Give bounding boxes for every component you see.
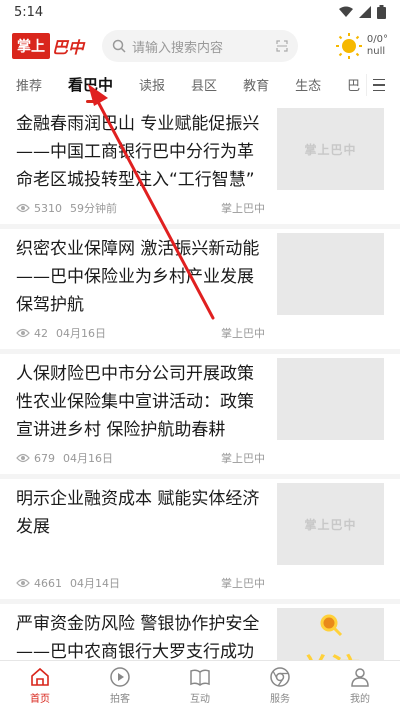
- thumbnail-placeholder-text: 掌上巴中: [304, 517, 357, 532]
- app-logo: 掌上 巴中: [12, 33, 84, 59]
- channel-tabs: 推荐 看巴中 读报 县区 教育 生态 巴: [0, 68, 400, 100]
- channel-menu-icon[interactable]: [366, 74, 392, 96]
- news-date: 59分钟前: [70, 202, 117, 215]
- view-count: 5310: [34, 201, 62, 215]
- video-icon: [110, 667, 130, 687]
- thumbnail-placeholder-text: 掌上巴中: [304, 142, 357, 157]
- top-header: 掌上 巴中 请输入搜索内容 0/0° null: [0, 26, 400, 66]
- news-title: 织密农业保障网 激活振兴新动能——巴中保险业为乡村产业发展保驾护航: [16, 239, 260, 315]
- logo-script-text: 巴中: [52, 38, 85, 57]
- news-thumbnail: [277, 233, 384, 315]
- nav-label: 首页: [30, 694, 50, 705]
- status-icons: [339, 5, 386, 19]
- news-date: 04月16日: [56, 327, 106, 340]
- view-count: 4661: [34, 576, 62, 590]
- eye-icon: [16, 328, 30, 338]
- news-thumbnail-placeholder: 掌上巴中: [277, 108, 384, 190]
- signal-icon: [359, 6, 371, 18]
- tab-kan-bazhong[interactable]: 看巴中: [68, 74, 113, 95]
- status-time: 5:14: [14, 4, 44, 20]
- weather-widget[interactable]: 0/0° null: [335, 32, 388, 60]
- news-item[interactable]: 织密农业保障网 激活振兴新动能——巴中保险业为乡村产业发展保驾护航 42 04月…: [0, 229, 400, 354]
- nav-label: 互动: [190, 694, 210, 705]
- nav-label: 拍客: [110, 694, 130, 705]
- search-bar[interactable]: 请输入搜索内容: [102, 30, 299, 62]
- news-source: 掌上巴中: [221, 577, 265, 590]
- status-bar: 5:14: [0, 0, 400, 24]
- home-icon: [31, 667, 49, 686]
- nav-interact[interactable]: 互动: [160, 661, 240, 710]
- search-icon: [112, 39, 126, 53]
- wifi-icon: [339, 6, 353, 17]
- sun-icon: [335, 33, 362, 59]
- news-meta: 679 04月16日: [16, 450, 113, 466]
- nav-label: 服务: [270, 694, 290, 705]
- news-item[interactable]: 明示企业融资成本 赋能实体经济发展 掌上巴中 4661 04月14日 掌上巴中: [0, 479, 400, 604]
- weather-temp: 0/0°: [366, 34, 388, 45]
- battery-icon: [377, 5, 386, 19]
- news-thumbnail: [277, 358, 384, 440]
- tab-education[interactable]: 教育: [243, 75, 269, 94]
- news-meta: 5310 59分钟前: [16, 200, 117, 216]
- tab-recommend[interactable]: 推荐: [16, 75, 42, 94]
- news-thumbnail-placeholder: 掌上巴中: [277, 483, 384, 565]
- news-item[interactable]: 金融春雨润巴山 专业赋能促振兴——中国工商银行巴中分行为革命老区城投转型注入“工…: [0, 104, 400, 229]
- news-source: 掌上巴中: [221, 452, 265, 465]
- scan-icon[interactable]: [276, 40, 288, 52]
- nav-service[interactable]: 服务: [240, 661, 320, 710]
- eye-icon: [16, 203, 30, 213]
- weather-extra: null: [366, 46, 386, 57]
- eye-icon: [16, 578, 30, 588]
- news-meta: 4661 04月14日: [16, 575, 120, 591]
- nav-paike[interactable]: 拍客: [80, 661, 160, 710]
- news-date: 04月16日: [63, 452, 113, 465]
- news-feed: 金融春雨润巴山 专业赋能促振兴——中国工商银行巴中分行为革命老区城投转型注入“工…: [0, 104, 400, 710]
- magnifier-icon: [320, 614, 342, 637]
- search-placeholder: 请输入搜索内容: [132, 40, 224, 56]
- news-source: 掌上巴中: [221, 327, 265, 340]
- nav-mine[interactable]: 我的: [320, 661, 400, 710]
- chrome-icon: [270, 667, 290, 687]
- news-date: 04月14日: [70, 577, 120, 590]
- book-icon: [190, 669, 210, 686]
- tab-ba[interactable]: 巴: [347, 75, 360, 94]
- nav-label: 我的: [350, 694, 370, 705]
- news-title: 金融春雨润巴山 专业赋能促振兴——中国工商银行巴中分行为革命老区城投转型注入“工…: [16, 114, 260, 190]
- news-source: 掌上巴中: [221, 202, 265, 215]
- news-title: 明示企业融资成本 赋能实体经济发展: [16, 489, 260, 537]
- news-meta: 42 04月16日: [16, 325, 106, 341]
- nav-home[interactable]: 首页: [0, 661, 80, 710]
- bottom-nav: 首页 拍客 互动 服务 我的: [0, 660, 400, 710]
- news-item[interactable]: 人保财险巴中市分公司开展政策性农业保险集中宣讲活动：政策宣讲进乡村 保险护航助春…: [0, 354, 400, 479]
- logo-box-text: 掌上: [12, 33, 50, 59]
- tab-ecology[interactable]: 生态: [295, 75, 321, 94]
- eye-icon: [16, 453, 30, 463]
- tab-counties[interactable]: 县区: [191, 75, 217, 94]
- tab-newspaper[interactable]: 读报: [139, 75, 165, 94]
- user-icon: [351, 668, 369, 687]
- view-count: 679: [34, 451, 55, 465]
- news-title: 人保财险巴中市分公司开展政策性农业保险集中宣讲活动：政策宣讲进乡村 保险护航助春…: [16, 364, 254, 440]
- view-count: 42: [34, 326, 48, 340]
